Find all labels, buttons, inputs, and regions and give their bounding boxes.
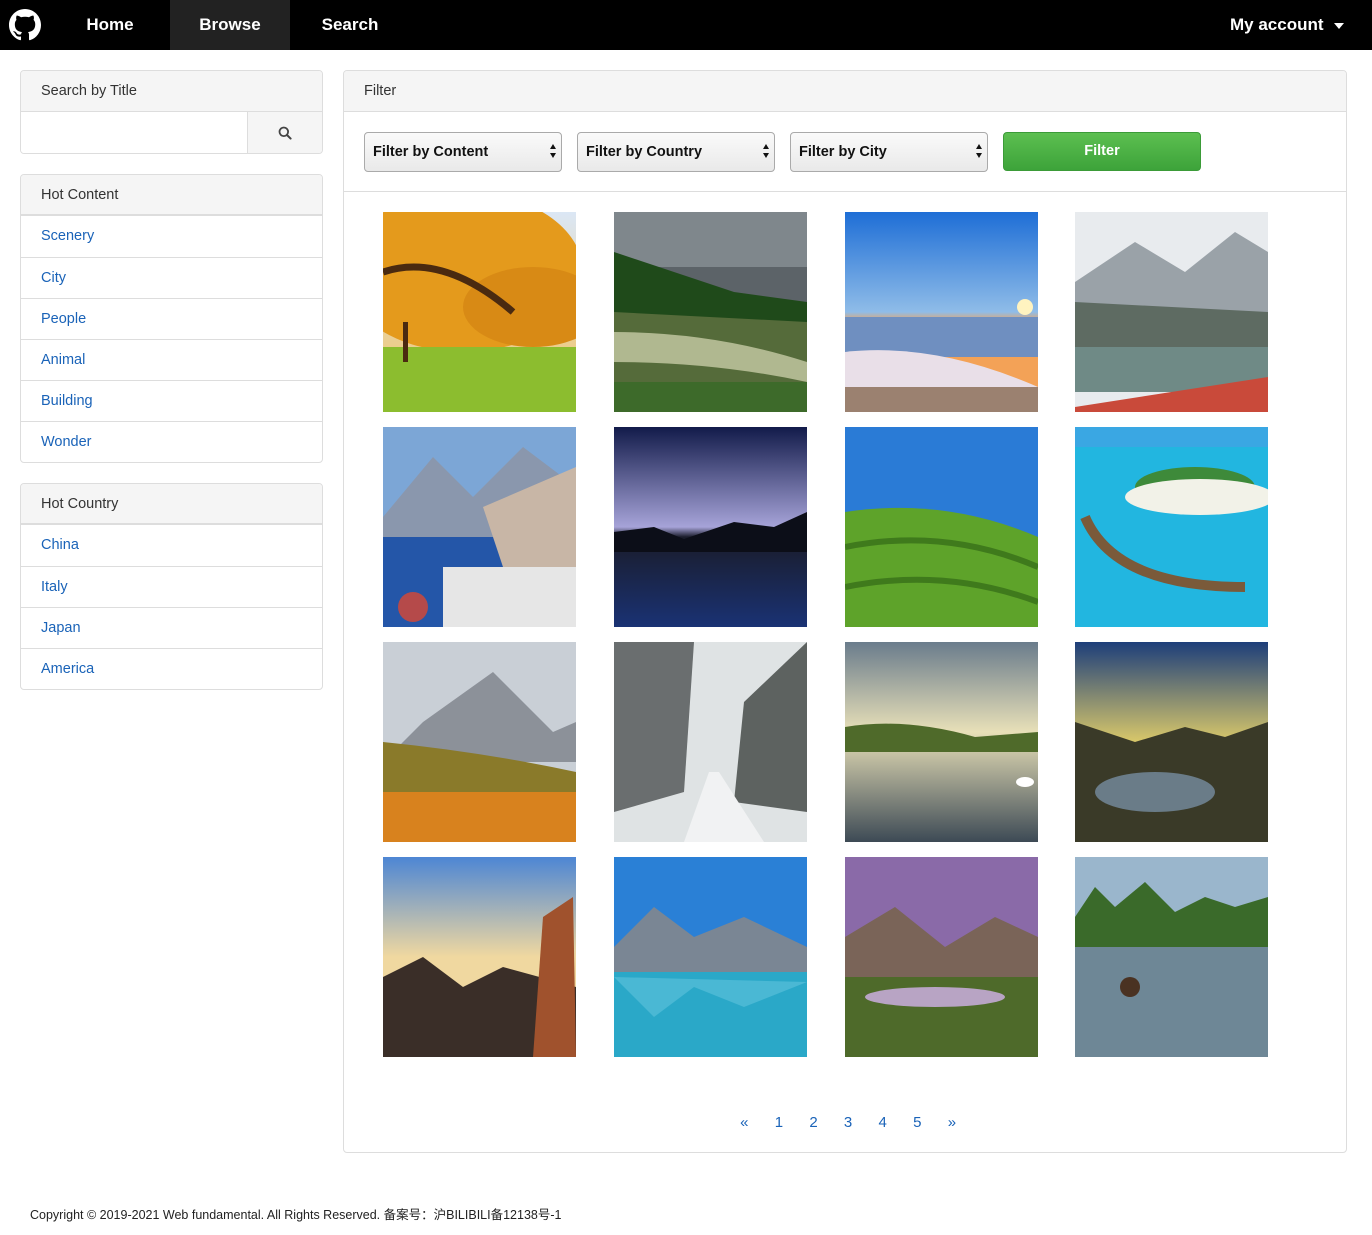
pagination: « 1 2 3 4 5 » — [727, 1111, 969, 1135]
pagination-next[interactable]: » — [935, 1111, 970, 1135]
pagination-page-1[interactable]: 1 — [762, 1111, 797, 1135]
hot-country-item-italy[interactable]: Italy — [21, 566, 322, 607]
pagination-page-2[interactable]: 2 — [796, 1111, 831, 1135]
hot-country-item-china[interactable]: China — [21, 525, 322, 566]
nav-my-account-label: My account — [1230, 15, 1324, 34]
content-filter-select[interactable]: Filter by Content — [364, 132, 562, 172]
nav-my-account[interactable]: My account — [1230, 0, 1360, 50]
city-filter-select[interactable]: Filter by City — [790, 132, 988, 172]
gallery-image-mountain-bay[interactable] — [1075, 642, 1268, 842]
hot-content-item-city[interactable]: City — [21, 257, 322, 298]
filter-button[interactable]: Filter — [1003, 132, 1201, 171]
pagination-page-3[interactable]: 3 — [831, 1111, 866, 1135]
hot-content-item-people[interactable]: People — [21, 298, 322, 339]
hot-content-item-scenery[interactable]: Scenery — [21, 216, 322, 257]
gallery-image-purple-mountains[interactable] — [845, 857, 1038, 1057]
title-search-input[interactable] — [21, 112, 248, 153]
hot-country-panel: Hot Country China Italy Japan America — [20, 483, 323, 690]
gallery-image-turquoise-lake[interactable] — [614, 857, 807, 1057]
gallery-image-autumn-tree[interactable] — [383, 212, 576, 412]
hot-country-item-japan[interactable]: Japan — [21, 607, 322, 648]
pagination-prev[interactable]: « — [727, 1111, 762, 1135]
select-arrows-icon — [976, 144, 982, 160]
gallery-image-karst-river[interactable] — [1075, 857, 1268, 1057]
country-filter-label: Filter by Country — [586, 144, 703, 160]
caret-down-icon — [1333, 22, 1344, 29]
pagination-page-4[interactable]: 4 — [865, 1111, 900, 1135]
gallery-image-snowy-mountain[interactable] — [1075, 212, 1268, 412]
gallery-image-swan-lake[interactable] — [845, 642, 1038, 842]
hot-country-heading: Hot Country — [21, 484, 322, 525]
gallery-image-forest-river[interactable] — [614, 212, 807, 412]
city-filter-label: Filter by City — [799, 144, 887, 160]
hot-country-item-america[interactable]: America — [21, 648, 322, 689]
filter-heading: Filter — [344, 71, 1346, 112]
gallery-image-alpine-meadow[interactable] — [383, 642, 576, 842]
top-navbar: Home Browse Search My account — [0, 0, 1372, 50]
filter-bar: Filter by Content Filter by Country Filt… — [344, 112, 1346, 192]
country-filter-select[interactable]: Filter by Country — [577, 132, 775, 172]
gallery-image-snowy-canyon[interactable] — [614, 642, 807, 842]
gallery-image-cliff-clouds[interactable] — [383, 857, 576, 1057]
pagination-page-5[interactable]: 5 — [900, 1111, 935, 1135]
github-logo-icon[interactable] — [9, 9, 41, 41]
select-arrows-icon — [763, 144, 769, 160]
content-filter-label: Filter by Content — [373, 144, 489, 160]
search-by-title-panel: Search by Title — [20, 70, 323, 154]
nav-search[interactable]: Search — [290, 0, 410, 50]
nav-browse[interactable]: Browse — [170, 0, 290, 50]
hot-content-heading: Hot Content — [21, 175, 322, 216]
search-button[interactable] — [248, 112, 322, 153]
magnifier-icon — [278, 126, 292, 140]
gallery-image-island-resort[interactable] — [1075, 427, 1268, 627]
hot-content-panel: Hot Content Scenery City People Animal B… — [20, 174, 323, 463]
filter-panel: Filter Filter by Content Filter by Count… — [343, 70, 1347, 1153]
gallery-image-lakeside-village[interactable] — [383, 427, 576, 627]
gallery-image-green-hills[interactable] — [845, 427, 1038, 627]
hot-content-item-building[interactable]: Building — [21, 380, 322, 421]
gallery-image-sunset-beach[interactable] — [845, 212, 1038, 412]
select-arrows-icon — [550, 144, 556, 160]
nav-home[interactable]: Home — [50, 0, 170, 50]
search-by-title-heading: Search by Title — [21, 71, 322, 112]
hot-content-item-animal[interactable]: Animal — [21, 339, 322, 380]
gallery-image-night-lake[interactable] — [614, 427, 807, 627]
hot-content-item-wonder[interactable]: Wonder — [21, 421, 322, 462]
footer-copyright: Copyright © 2019-2021 Web fundamental. A… — [30, 1208, 562, 1222]
